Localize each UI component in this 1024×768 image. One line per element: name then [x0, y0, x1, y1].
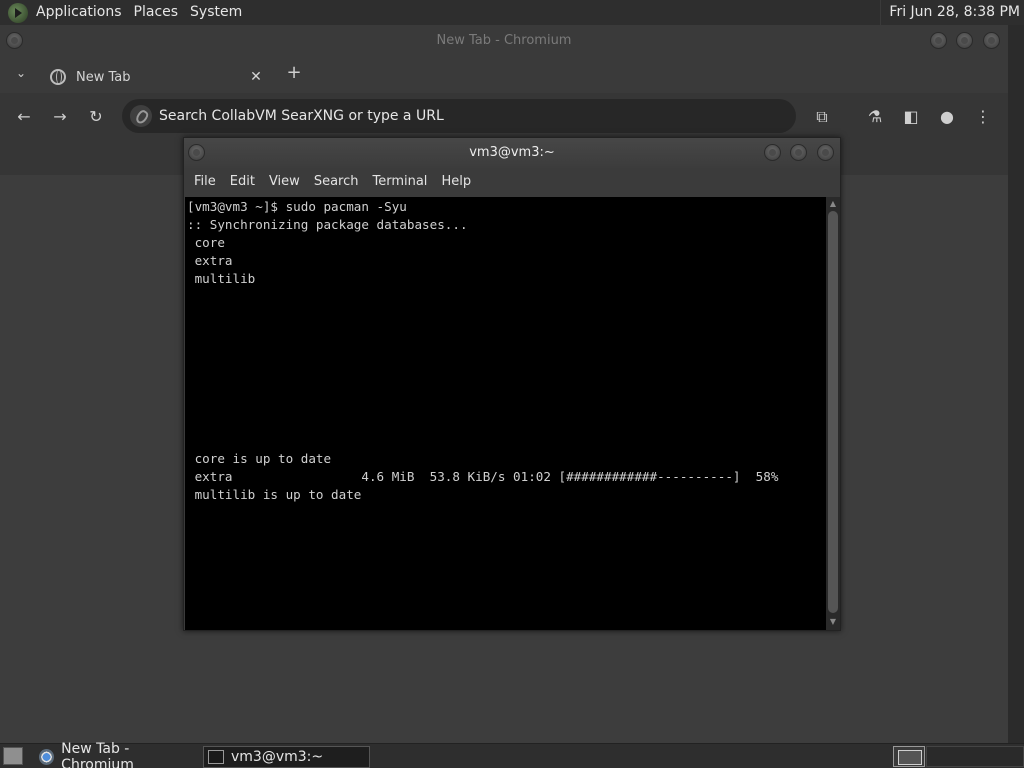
tab-search-chevron-icon[interactable]: ⌄: [12, 66, 30, 84]
forward-arrow-icon[interactable]: →: [48, 105, 72, 129]
back-arrow-icon[interactable]: ←: [12, 105, 36, 129]
scroll-up-icon[interactable]: ▲: [828, 199, 838, 209]
top-panel: Applications Places System Fri Jun 28, 8…: [0, 0, 1024, 25]
chromium-window-title: New Tab - Chromium: [436, 33, 572, 48]
terminal-maximize-button[interactable]: [790, 144, 807, 161]
places-menu[interactable]: Places: [128, 0, 185, 25]
terminal-icon: [208, 750, 224, 764]
menu-file[interactable]: File: [187, 168, 223, 196]
terminal-window: vm3@vm3:~ File Edit View Search Terminal…: [183, 137, 841, 631]
tab-title: New Tab: [76, 69, 131, 85]
terminal-minimize-button[interactable]: [764, 144, 781, 161]
terminal-close-button[interactable]: [817, 144, 834, 161]
taskbar-item-label: vm3@vm3:~: [231, 749, 324, 765]
mate-logo-icon[interactable]: [8, 2, 28, 23]
extensions-icon[interactable]: ⧉: [810, 105, 834, 129]
menu-edit[interactable]: Edit: [223, 168, 262, 196]
applications-menu[interactable]: Applications: [30, 0, 128, 25]
tab-new-tab[interactable]: New Tab ✕: [40, 61, 272, 93]
taskbar-item-label: New Tab - Chromium: [61, 741, 134, 768]
tab-strip: ⌄ New Tab ✕ +: [0, 57, 1008, 93]
terminal-titlebar[interactable]: vm3@vm3:~: [184, 138, 840, 168]
omnibox-input[interactable]: Search CollabVM SearXNG or type a URL: [159, 108, 444, 124]
maximize-button[interactable]: [956, 32, 973, 49]
workspace-switcher-1[interactable]: [893, 746, 925, 767]
new-tab-button[interactable]: +: [284, 63, 304, 83]
desktop-edge: [1008, 25, 1024, 743]
system-menu[interactable]: System: [184, 0, 248, 25]
clock[interactable]: Fri Jun 28, 8:38 PM: [880, 0, 1020, 25]
menu-search[interactable]: Search: [307, 168, 366, 196]
terminal-window-title: vm3@vm3:~: [469, 145, 555, 160]
search-engine-icon[interactable]: [130, 105, 152, 127]
chromium-titlebar[interactable]: New Tab - Chromium: [0, 25, 1008, 57]
close-button[interactable]: [983, 32, 1000, 49]
globe-icon: [50, 69, 66, 85]
terminal-menu-bar: File Edit View Search Terminal Help: [184, 168, 840, 196]
workspace-switcher-2[interactable]: [926, 746, 1024, 767]
browser-toolbar: ← → ↻ Search CollabVM SearXNG or type a …: [0, 93, 1008, 141]
menu-terminal[interactable]: Terminal: [365, 168, 434, 196]
labs-flask-icon[interactable]: ⚗: [863, 105, 887, 129]
terminal-output[interactable]: [vm3@vm3 ~]$ sudo pacman -Syu :: Synchro…: [185, 197, 826, 630]
taskbar-item-chromium[interactable]: New Tab - Chromium: [35, 741, 199, 768]
omnibox[interactable]: Search CollabVM SearXNG or type a URL: [122, 99, 796, 133]
terminal-text: [vm3@vm3 ~]$ sudo pacman -Syu :: Synchro…: [187, 199, 779, 502]
scroll-thumb[interactable]: [828, 211, 838, 613]
terminal-scrollbar[interactable]: ▲ ▼: [826, 197, 840, 630]
tab-close-icon[interactable]: ✕: [248, 69, 264, 85]
panel-menu-bar: Applications Places System: [0, 0, 248, 25]
scroll-down-icon[interactable]: ▼: [828, 617, 838, 627]
side-panel-icon[interactable]: ◧: [899, 105, 923, 129]
show-desktop-icon[interactable]: [3, 747, 23, 765]
bottom-taskbar: New Tab - Chromium vm3@vm3:~: [0, 741, 1024, 768]
chromium-icon: [39, 749, 55, 765]
menu-help[interactable]: Help: [434, 168, 478, 196]
reload-icon[interactable]: ↻: [84, 105, 108, 129]
taskbar-item-terminal[interactable]: vm3@vm3:~: [203, 746, 370, 768]
minimize-button[interactable]: [930, 32, 947, 49]
menu-kebab-icon[interactable]: ⋮: [971, 105, 995, 129]
profile-avatar-icon[interactable]: ●: [935, 105, 959, 129]
menu-view[interactable]: View: [262, 168, 307, 196]
